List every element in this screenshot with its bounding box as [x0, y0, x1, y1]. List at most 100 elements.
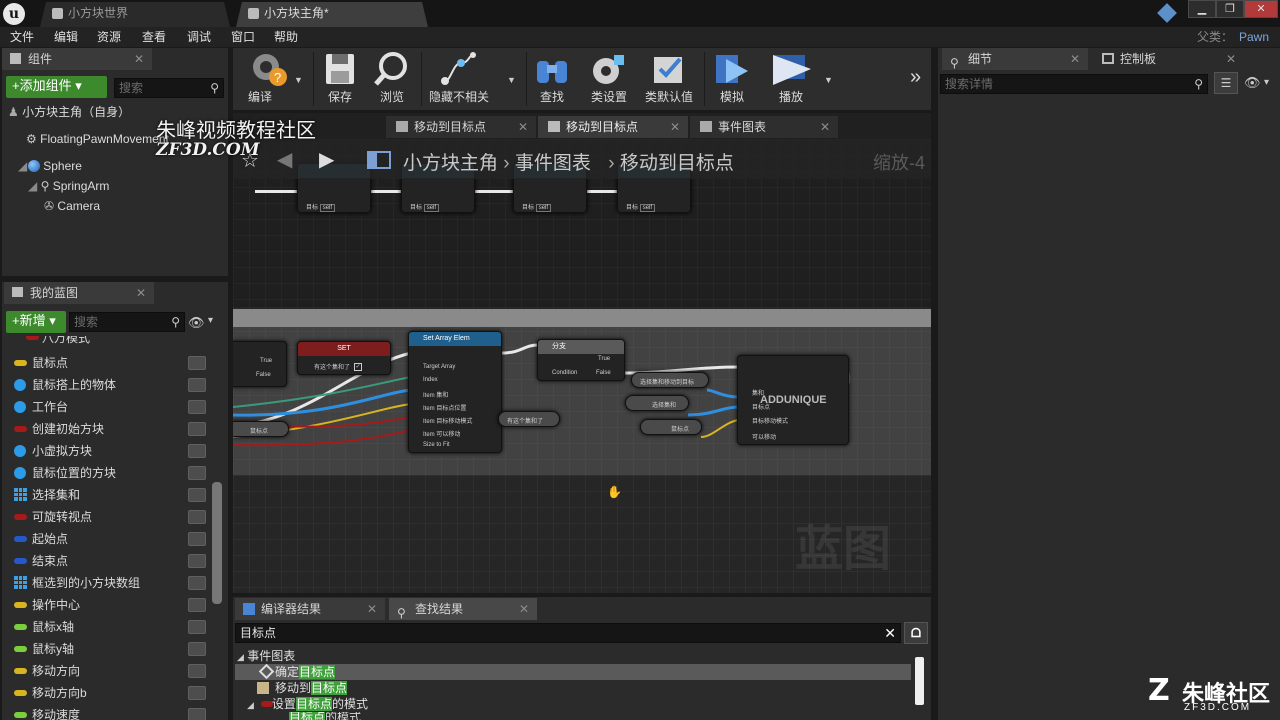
graph-tab-move-to-target-2[interactable]: 移动到目标点 ✕	[538, 116, 688, 138]
find-results-search-input[interactable]: 目标点 ✕	[235, 623, 901, 643]
variable-row[interactable]: 可旋转视点	[2, 506, 212, 528]
expand-arrow-icon[interactable]: ◢	[18, 159, 27, 173]
forward-arrow-icon[interactable]: ▶	[319, 147, 334, 172]
chevron-down-icon[interactable]: ▼	[294, 75, 303, 85]
scrollbar-thumb[interactable]	[212, 482, 222, 604]
parent-class-link[interactable]: Pawn	[1239, 27, 1269, 47]
close-icon[interactable]: ✕	[820, 116, 830, 138]
tab-my-blueprint[interactable]: 我的蓝图 ✕	[4, 282, 154, 304]
breadcrumb-item[interactable]: 移动到目标点	[620, 153, 734, 174]
compile-button[interactable]: ? 编译 ▼	[236, 51, 303, 107]
breadcrumb-item[interactable]: 事件图表	[515, 153, 591, 174]
branch-node-left[interactable]: True False	[233, 341, 287, 387]
partial-variable-row[interactable]: 八万模式	[2, 336, 228, 348]
variable-row[interactable]: 移动方向b	[2, 682, 212, 704]
eye-icon[interactable]: 👁	[1244, 75, 1261, 91]
tab-details[interactable]: ⚲ 细节 ✕	[942, 48, 1088, 70]
tab-compiler-results[interactable]: 编译器结果 ✕	[235, 598, 385, 620]
close-icon[interactable]: ✕	[136, 282, 146, 304]
close-icon[interactable]: ✕	[134, 48, 144, 70]
variable-row[interactable]: 框选到的小方块数组	[2, 572, 212, 594]
find-button[interactable]: 查找	[530, 51, 574, 107]
save-button[interactable]: 保存	[318, 51, 362, 107]
visibility-toggle-icon[interactable]	[188, 356, 206, 370]
minimize-button[interactable]: ▁	[1188, 0, 1216, 18]
close-icon[interactable]: ✕	[519, 598, 529, 620]
variable-row[interactable]: 创建初始方块	[2, 418, 212, 440]
menu-view[interactable]: 查看	[142, 27, 166, 47]
expand-arrow-icon[interactable]: ◢	[28, 179, 37, 193]
component-camera[interactable]: ✇ Camera	[44, 196, 100, 216]
tab-find-results[interactable]: ⚲ 查找结果 ✕	[389, 598, 537, 620]
component-sphere[interactable]: ◢ Sphere	[18, 156, 82, 176]
result-category[interactable]: ◢ 事件图表	[237, 648, 295, 664]
variable-row[interactable]: 鼠标搭上的物体	[2, 374, 212, 396]
blueprint-search-input[interactable]: 搜索 ⚲	[69, 312, 185, 332]
branch-node[interactable]: 分支 Condition True False	[537, 339, 625, 381]
set-variable-node[interactable]: SET 有这个集和了 ✓	[297, 341, 391, 375]
add-component-button[interactable]: +添加组件 ▾	[6, 76, 107, 98]
component-floating-pawn-movement[interactable]: ⚙ FloatingPawnMovement	[26, 129, 169, 149]
variable-row[interactable]: 工作台	[2, 396, 212, 418]
variable-row[interactable]: 鼠标x轴	[2, 616, 212, 638]
variable-row[interactable]: 起始点	[2, 528, 212, 550]
expand-arrow-icon[interactable]: ◢	[237, 652, 244, 662]
more-tools-icon[interactable]: »	[910, 66, 921, 89]
menu-help[interactable]: 帮助	[274, 27, 298, 47]
unreal-logo-icon[interactable]: u	[3, 3, 25, 25]
variable-row[interactable]: 鼠标y轴	[2, 638, 212, 660]
variable-getter-node[interactable]: 有这个集和了	[498, 411, 560, 427]
scrollbar-thumb[interactable]	[915, 657, 924, 705]
class-defaults-button[interactable]: 类默认值	[640, 51, 698, 107]
visibility-toggle-icon[interactable]	[188, 598, 206, 612]
back-arrow-icon[interactable]: ◀	[277, 147, 292, 172]
tab-control-panel[interactable]: 控制板 ✕	[1094, 48, 1244, 70]
hide-unrelated-button[interactable]: 隐藏不相关 ▼	[425, 51, 516, 107]
class-hierarchy-icon[interactable]	[367, 151, 391, 169]
document-tab-blueprint[interactable]: 小方块主角*	[236, 2, 428, 27]
eye-icon[interactable]: 👁	[188, 315, 206, 330]
expand-arrow-icon[interactable]: ◢	[247, 700, 254, 710]
visibility-toggle-icon[interactable]	[188, 708, 206, 720]
variable-row[interactable]: 选择集和	[2, 484, 212, 506]
tab-components[interactable]: 组件 ✕	[2, 48, 152, 70]
chevron-down-icon[interactable]: ▾	[208, 315, 213, 326]
new-button[interactable]: +新增 ▾	[6, 311, 66, 333]
visibility-toggle-icon[interactable]	[188, 400, 206, 414]
add-unique-node[interactable]: ADDUNIQUE 集和 目标点 目标移动模式 可以移动	[737, 355, 849, 445]
chevron-down-icon[interactable]: ▼	[824, 75, 833, 85]
visibility-toggle-icon[interactable]	[188, 664, 206, 678]
simulate-button[interactable]: 模拟	[708, 51, 756, 107]
component-spring-arm[interactable]: ◢ ⚲ SpringArm	[28, 176, 109, 196]
variable-getter-node[interactable]: 鼠标点	[640, 419, 702, 435]
visibility-toggle-icon[interactable]	[188, 576, 206, 590]
close-icon[interactable]: ✕	[1226, 48, 1236, 70]
variable-row[interactable]: 移动方向	[2, 660, 212, 682]
close-icon[interactable]: ✕	[518, 116, 528, 138]
variable-row[interactable]: 结束点	[2, 550, 212, 572]
graph-tab-move-to-target-1[interactable]: 移动到目标点 ✕	[386, 116, 536, 138]
variable-row[interactable]: 小虚拟方块	[2, 440, 212, 462]
browse-button[interactable]: 浏览	[370, 51, 414, 107]
visibility-toggle-icon[interactable]	[188, 444, 206, 458]
visibility-toggle-icon[interactable]	[188, 378, 206, 392]
chevron-down-icon[interactable]: ▼	[507, 75, 516, 85]
result-row[interactable]: ◢ 设置目标点的模式	[247, 696, 368, 712]
maximize-button[interactable]: ❐	[1216, 0, 1244, 18]
result-row-partial[interactable]: 目标点的模式	[273, 712, 673, 720]
close-icon[interactable]: ✕	[1070, 48, 1080, 70]
component-root[interactable]: ♟ 小方块主角（自身）	[8, 102, 130, 122]
variable-row[interactable]: 鼠标位置的方块	[2, 462, 212, 484]
variable-getter-node[interactable]: 选择集和	[625, 395, 689, 411]
class-settings-button[interactable]: 类设置	[584, 51, 634, 107]
visibility-toggle-icon[interactable]	[188, 422, 206, 436]
property-matrix-icon[interactable]: ☰	[1214, 72, 1238, 94]
variable-row[interactable]: 鼠标点	[2, 352, 212, 374]
menu-asset[interactable]: 资源	[97, 27, 121, 47]
learn-icon[interactable]	[1157, 3, 1177, 23]
breadcrumb-item[interactable]: 小方块主角	[403, 153, 498, 174]
checkbox-icon[interactable]: ✓	[354, 363, 362, 371]
menu-debug[interactable]: 调试	[187, 27, 211, 47]
graph-tab-event-graph[interactable]: 事件图表 ✕	[690, 116, 838, 138]
visibility-toggle-icon[interactable]	[188, 686, 206, 700]
